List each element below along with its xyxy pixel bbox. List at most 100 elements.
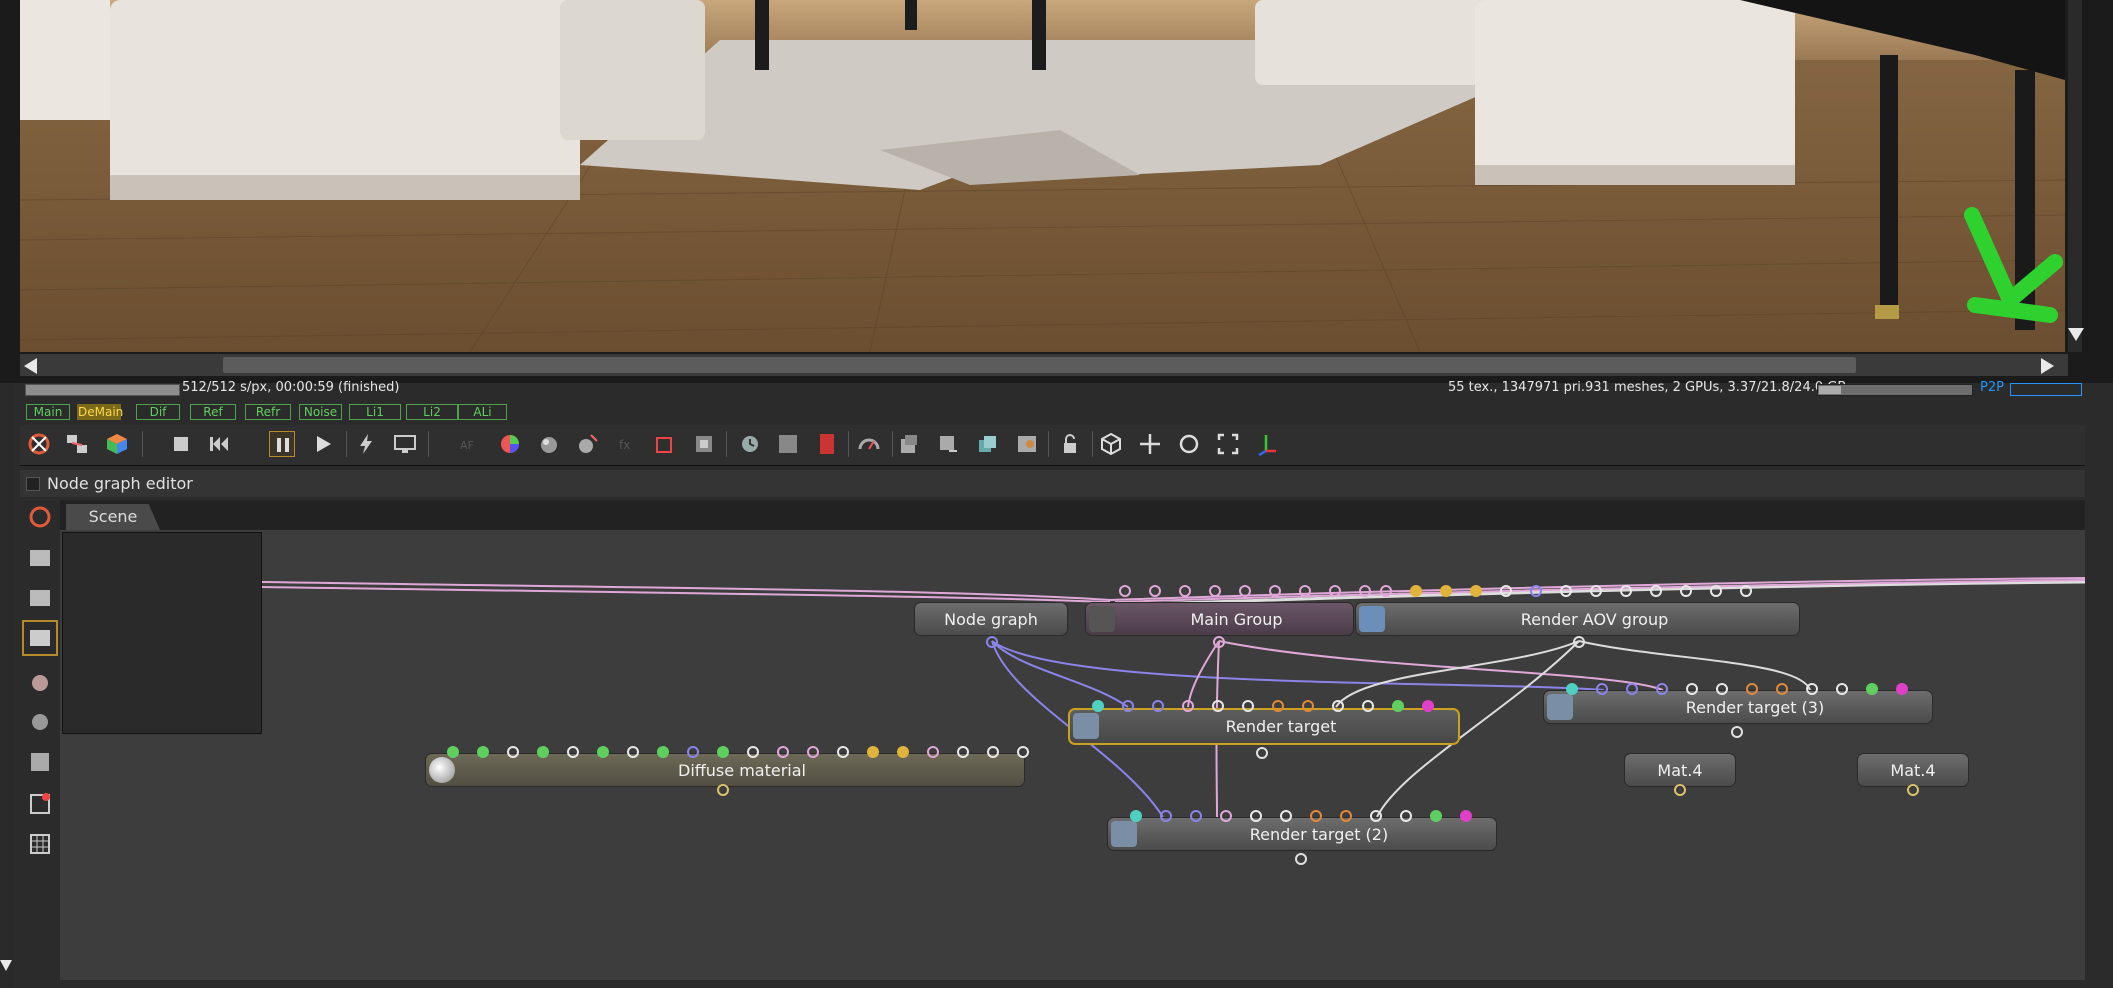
input-pin[interactable]: [1179, 585, 1191, 597]
input-pin[interactable]: [717, 746, 729, 758]
af-icon[interactable]: AF: [456, 431, 482, 457]
horizontal-scrollbar[interactable]: [20, 354, 2068, 376]
pass-demain[interactable]: DeMain: [77, 404, 123, 420]
node-graph-canvas[interactable]: Node graph Main Group Render AOV group R…: [60, 530, 2085, 980]
output-pin[interactable]: [717, 784, 729, 796]
input-pin[interactable]: [1866, 683, 1878, 695]
input-pin[interactable]: [777, 746, 789, 758]
move-icon[interactable]: [1137, 431, 1163, 457]
input-pin[interactable]: [1686, 683, 1698, 695]
input-pin[interactable]: [1220, 810, 1232, 822]
input-pin[interactable]: [1310, 810, 1322, 822]
node-mat4-b[interactable]: Mat.4: [1857, 753, 1969, 787]
input-pin[interactable]: [1380, 585, 1392, 597]
pause-icon[interactable]: [269, 431, 295, 457]
input-pin[interactable]: [1896, 683, 1908, 695]
input-pin[interactable]: [1430, 810, 1442, 822]
input-pin[interactable]: [1212, 700, 1224, 712]
monitor-icon[interactable]: [392, 431, 418, 457]
input-pin[interactable]: [1119, 585, 1131, 597]
cube-color-icon[interactable]: [104, 431, 130, 457]
input-pin[interactable]: [1560, 585, 1572, 597]
pass-main[interactable]: Main: [26, 404, 70, 420]
pdf-icon[interactable]: [814, 431, 840, 457]
input-pin[interactable]: [1359, 585, 1371, 597]
input-pin[interactable]: [747, 746, 759, 758]
input-pin[interactable]: [1269, 585, 1281, 597]
input-pin[interactable]: [1209, 585, 1221, 597]
input-pin[interactable]: [1239, 585, 1251, 597]
camera-clock-icon[interactable]: [737, 431, 763, 457]
region-icon[interactable]: [652, 431, 678, 457]
output-pin[interactable]: [1731, 726, 1743, 738]
import-icon[interactable]: [896, 431, 922, 457]
input-pin[interactable]: [1740, 585, 1752, 597]
node-render-target[interactable]: Render target: [1068, 708, 1460, 745]
input-pin[interactable]: [537, 746, 549, 758]
output-pin[interactable]: [1907, 784, 1919, 796]
node-node-graph[interactable]: Node graph: [914, 602, 1068, 636]
input-pin[interactable]: [1332, 700, 1344, 712]
input-pin[interactable]: [1410, 585, 1422, 597]
input-pin[interactable]: [1620, 585, 1632, 597]
chevron-down-icon[interactable]: [0, 960, 12, 971]
layers-icon[interactable]: [975, 431, 1001, 457]
input-pin[interactable]: [1422, 700, 1434, 712]
sphere-pick-icon[interactable]: [575, 431, 601, 457]
input-pin[interactable]: [1650, 585, 1662, 597]
tab-scene[interactable]: Scene: [66, 504, 160, 530]
fx-icon[interactable]: fx: [614, 431, 640, 457]
input-pin[interactable]: [597, 746, 609, 758]
scroll-right-icon[interactable]: [2041, 358, 2054, 374]
input-pin[interactable]: [1836, 683, 1848, 695]
lightning-icon[interactable]: [353, 431, 379, 457]
axes-icon[interactable]: [1254, 431, 1280, 457]
input-pin[interactable]: [447, 746, 459, 758]
input-pin[interactable]: [1460, 810, 1472, 822]
input-pin[interactable]: [1299, 585, 1311, 597]
output-pin[interactable]: [1674, 784, 1686, 796]
output-pin[interactable]: [1256, 747, 1268, 759]
vertical-scrollbar[interactable]: [2068, 0, 2084, 352]
color-wheel-icon[interactable]: [497, 431, 523, 457]
input-pin[interactable]: [1392, 700, 1404, 712]
input-pin[interactable]: [1182, 700, 1194, 712]
pass-li1[interactable]: Li1: [349, 404, 401, 420]
fullscreen-icon[interactable]: [1215, 431, 1241, 457]
scroll-left-icon[interactable]: [24, 358, 37, 374]
input-pin[interactable]: [1596, 683, 1608, 695]
pass-li2[interactable]: Li2: [406, 404, 458, 420]
input-pin[interactable]: [1656, 683, 1668, 695]
input-pin[interactable]: [1122, 700, 1134, 712]
input-pin[interactable]: [1362, 700, 1374, 712]
input-pin[interactable]: [837, 746, 849, 758]
input-pin[interactable]: [1746, 683, 1758, 695]
node-main-group[interactable]: Main Group: [1085, 602, 1354, 636]
input-pin[interactable]: [1149, 585, 1161, 597]
stop-icon[interactable]: [168, 431, 194, 457]
aperture-icon[interactable]: [691, 431, 717, 457]
node-mat4-a[interactable]: Mat.4: [1624, 753, 1736, 787]
output-pin[interactable]: [1573, 636, 1585, 648]
node-render-aov-group[interactable]: Render AOV group: [1355, 602, 1800, 636]
input-pin[interactable]: [1160, 810, 1172, 822]
input-pin[interactable]: [1370, 810, 1382, 822]
sphere-icon[interactable]: [536, 431, 562, 457]
node-render-target-3[interactable]: Render target (3): [1543, 690, 1933, 724]
input-pin[interactable]: [1566, 683, 1578, 695]
input-pin[interactable]: [987, 746, 999, 758]
input-pin[interactable]: [477, 746, 489, 758]
output-pin[interactable]: [986, 636, 998, 648]
input-pin[interactable]: [1272, 700, 1284, 712]
input-pin[interactable]: [957, 746, 969, 758]
input-pin[interactable]: [1500, 585, 1512, 597]
input-pin[interactable]: [1470, 585, 1482, 597]
input-pin[interactable]: [1530, 585, 1542, 597]
pass-dif[interactable]: Dif: [136, 404, 180, 420]
render-image[interactable]: [20, 0, 2065, 352]
input-pin[interactable]: [807, 746, 819, 758]
input-pin[interactable]: [1190, 810, 1202, 822]
input-pin[interactable]: [1130, 810, 1142, 822]
input-pin[interactable]: [1776, 683, 1788, 695]
pass-refr[interactable]: Refr: [245, 404, 291, 420]
